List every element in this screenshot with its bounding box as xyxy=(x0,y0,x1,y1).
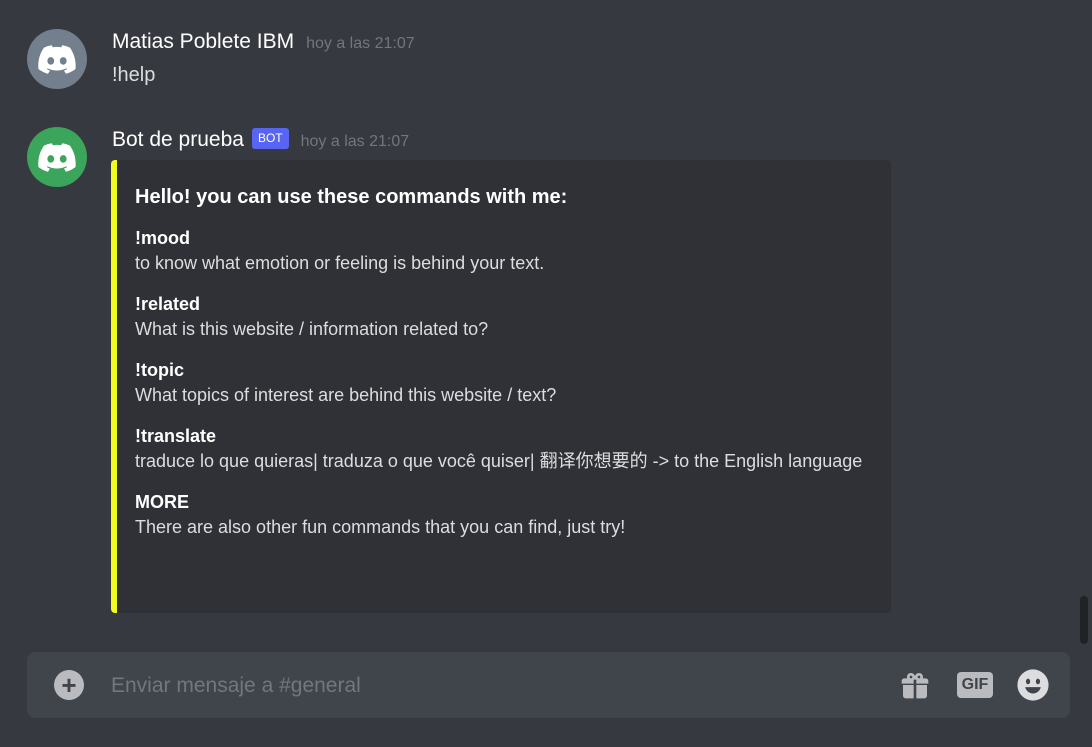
embed-title: Hello! you can use these commands with m… xyxy=(135,186,568,208)
field-name: MORE xyxy=(135,492,189,512)
field-name: !mood xyxy=(135,228,190,248)
field-name: !topic xyxy=(135,360,184,380)
bot-tag: BOT xyxy=(251,128,289,149)
plus-circle-icon: + xyxy=(61,670,77,700)
emoji-button[interactable] xyxy=(1015,668,1051,702)
embed-card: Hello! you can use these commands with m… xyxy=(111,160,891,613)
message-input[interactable] xyxy=(111,669,871,703)
field-value: What is this website / information relat… xyxy=(135,319,489,339)
scrollbar[interactable] xyxy=(1080,0,1088,644)
embed-field: !topic What topics of interest are behin… xyxy=(135,358,869,409)
scrollbar-thumb[interactable] xyxy=(1080,596,1088,644)
gift-icon xyxy=(901,673,929,699)
field-value: What topics of interest are behind this … xyxy=(135,385,557,405)
timestamp: hoy a las 21:07 xyxy=(300,133,410,150)
gif-label: GIF xyxy=(956,672,994,698)
emoji-icon xyxy=(1017,669,1049,701)
field-name: !translate xyxy=(135,426,217,446)
message-header: Bot de prueba BOT hoy a las 21:07 xyxy=(112,128,409,153)
field-value: There are also other fun commands that y… xyxy=(135,517,626,537)
field-value: traduce lo que quieras| traduza o que vo… xyxy=(135,451,863,471)
message-text: !help xyxy=(112,64,156,86)
field-value: to know what emotion or feeling is behin… xyxy=(135,253,545,273)
chat-view: Matias Poblete IBM hoy a las 21:07 !help… xyxy=(0,0,1092,747)
username[interactable]: Bot de prueba xyxy=(112,128,244,152)
username[interactable]: Matias Poblete IBM xyxy=(112,30,294,54)
embed-field: !mood to know what emotion or feeling is… xyxy=(135,226,869,277)
embed-field: !translate traduce lo que quieras| tradu… xyxy=(135,424,869,475)
message-item: Matias Poblete IBM hoy a las 21:07 !help xyxy=(0,0,1072,110)
bot-avatar[interactable] xyxy=(27,127,87,187)
message-header: Matias Poblete IBM hoy a las 21:07 xyxy=(112,30,415,54)
add-attachment-button[interactable]: + xyxy=(54,670,84,700)
user-avatar[interactable] xyxy=(27,29,87,89)
field-name: !related xyxy=(135,294,201,314)
message-composer: + GIF xyxy=(27,652,1070,718)
gift-button[interactable] xyxy=(897,668,933,702)
gif-button[interactable]: GIF xyxy=(955,668,995,702)
timestamp: hoy a las 21:07 xyxy=(306,35,415,52)
discord-logo-icon xyxy=(38,44,76,74)
discord-logo-icon xyxy=(38,142,76,172)
embed-field: MORE There are also other fun commands t… xyxy=(135,490,869,541)
embed-field: !related What is this website / informat… xyxy=(135,292,869,343)
